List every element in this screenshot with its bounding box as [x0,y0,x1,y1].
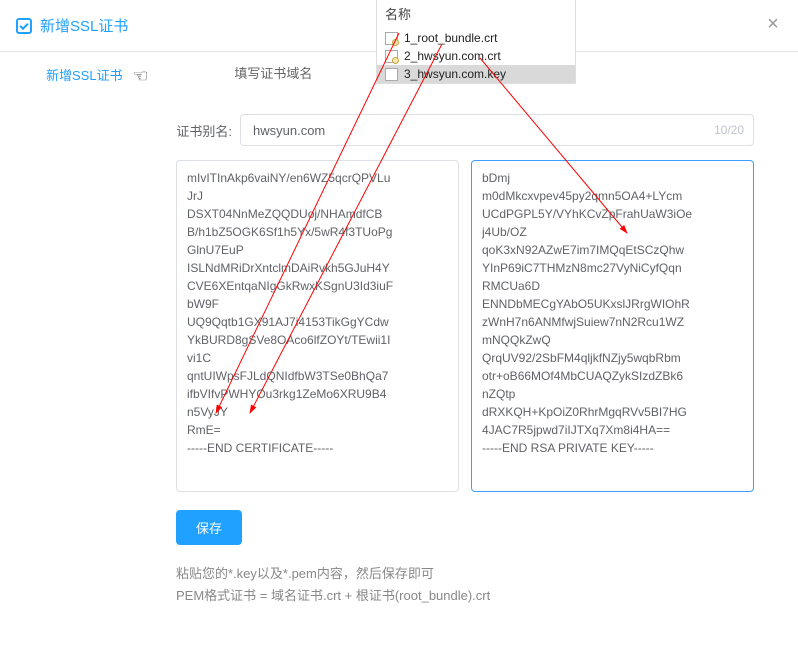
hand-pointer-icon: ☜ [132,66,148,86]
hints: 粘贴您的*.key以及*.pem内容，然后保存即可 PEM格式证书 = 域名证书… [176,563,798,607]
cert-file-icon [385,32,398,45]
dialog-title: 新增SSL证书 [40,15,128,36]
key-file-icon [385,68,398,81]
file-name: 1_root_bundle.crt [404,31,497,45]
tab-label: 填写证书域名 [234,66,312,81]
close-button[interactable]: × [762,14,784,36]
cert-icon [16,18,32,34]
file-name: 3_hwsyun.com.key [404,67,506,81]
tab-label: 新增SSL证书 [46,68,123,83]
file-item[interactable]: 3_hwsyun.com.key [377,65,575,83]
certificate-textarea[interactable] [176,160,459,492]
hint-line-2: PEM格式证书 = 域名证书.crt + 根证书(root_bundle).cr… [176,585,798,607]
tab-add-ssl[interactable]: 新增SSL证书 ☜ [46,52,148,96]
private-key-textarea[interactable] [471,160,754,492]
alias-row: 证书别名: 10/20 [176,114,798,146]
file-name: 2_hwsyun.com.crt [404,49,501,63]
file-list-header: 名称 [377,0,575,29]
alias-input[interactable] [240,114,754,146]
save-button[interactable]: 保存 [176,510,242,545]
file-list-popup: 名称 1_root_bundle.crt 2_hwsyun.com.crt 3_… [376,0,576,84]
content-areas [176,160,798,492]
cert-file-icon [385,50,398,63]
hint-line-1: 粘贴您的*.key以及*.pem内容，然后保存即可 [176,563,798,585]
alias-input-wrap: 10/20 [240,114,754,146]
alias-counter: 10/20 [714,114,744,146]
file-item[interactable]: 1_root_bundle.crt [377,29,575,47]
save-row: 保存 [176,510,798,545]
alias-label: 证书别名: [176,121,232,140]
tab-fill-domain[interactable]: 填写证书域名 [234,52,312,96]
file-item[interactable]: 2_hwsyun.com.crt [377,47,575,65]
